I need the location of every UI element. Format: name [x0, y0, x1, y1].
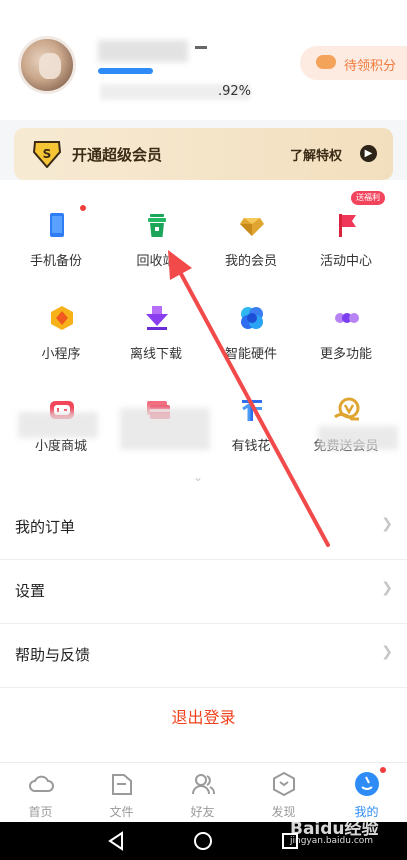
tab-home[interactable]: 首页 [0, 763, 81, 823]
feature-phone-backup[interactable]: 手机备份 [6, 188, 106, 269]
storage-progress-bar [98, 68, 153, 74]
profile-icon [355, 772, 379, 796]
feature-recycle-bin[interactable]: 回收站 [106, 188, 206, 269]
folder-icon [112, 774, 132, 795]
blur-patch [18, 412, 98, 438]
cloud-icon [29, 775, 54, 792]
vip-title: 开通超级会员 [72, 146, 163, 164]
money-icon [242, 400, 262, 421]
friends-icon [192, 774, 215, 795]
logout-button[interactable]: 退出登录 [0, 688, 407, 764]
flag-icon [339, 214, 356, 237]
avatar[interactable] [18, 36, 76, 94]
feature-smart-hardware[interactable]: 智能硬件 [201, 281, 301, 362]
profile-header: .92% 待领积分 [0, 0, 407, 120]
phone-backup-icon [50, 213, 64, 237]
menu-settings[interactable]: 设置 ❯ [0, 560, 407, 624]
super-vip-icon: S [32, 141, 62, 168]
feature-label: 离线下载 [129, 347, 182, 362]
feature-more[interactable]: 更多功能 [296, 281, 396, 362]
blur-patch [318, 426, 398, 450]
feature-mini-program[interactable]: 小程序 [11, 281, 111, 362]
gift-member-icon [334, 397, 360, 421]
tab-label: 文件 [109, 805, 134, 819]
blur-patch [120, 408, 210, 450]
tab-friends[interactable]: 好友 [162, 763, 243, 823]
chevron-right-icon[interactable]: ▶ [360, 145, 377, 162]
username-blurred [98, 40, 188, 62]
expand-chevron-icon[interactable]: ⌄ [193, 470, 203, 484]
discover-icon [273, 771, 295, 797]
menu-label: 设置 [15, 582, 46, 600]
points-button[interactable]: 待领积分 [300, 46, 407, 80]
recycle-bin-icon [148, 214, 166, 237]
feature-label: 活动中心 [319, 254, 372, 269]
vip-banner[interactable]: S 开通超级会员 了解特权 ▶ [14, 128, 393, 180]
menu-my-orders[interactable]: 我的订单 ❯ [0, 496, 407, 560]
tab-label: 首页 [28, 805, 53, 819]
home-icon[interactable] [194, 832, 212, 850]
mini-program-icon [51, 306, 73, 330]
menu-list: 我的订单 ❯ 设置 ❯ 帮助与反馈 ❯ 退出登录 [0, 496, 407, 764]
vip-learn-more[interactable]: 了解特权 [290, 145, 342, 164]
tab-label: 好友 [190, 805, 215, 819]
feature-my-membership[interactable]: 我的会员 [201, 188, 301, 269]
feature-label: 我的会员 [224, 254, 277, 269]
logout-label: 退出登录 [171, 708, 236, 727]
more-features-icon [335, 313, 359, 323]
tab-files[interactable]: 文件 [81, 763, 162, 823]
feature-label: 有钱花 [231, 439, 271, 454]
feature-offline-download[interactable]: 离线下载 [106, 281, 206, 362]
storage-percent: .92% [218, 84, 252, 99]
diamond-icon [240, 218, 264, 236]
feature-label: 小程序 [41, 347, 81, 362]
chevron-right-icon: ❯ [381, 644, 393, 660]
offline-download-icon [146, 306, 168, 330]
feature-youqianhua[interactable]: 有钱花 [201, 373, 301, 454]
feature-label: 回收站 [136, 254, 176, 269]
smart-hardware-icon [241, 307, 263, 329]
feature-label: 手机备份 [29, 254, 82, 269]
baidu-watermark-url: jingyan.baidu.com [290, 836, 374, 846]
welfare-badge: 送福利 [351, 191, 385, 205]
back-icon[interactable] [108, 831, 123, 851]
points-label: 待领积分 [344, 59, 397, 74]
coin-icon [316, 55, 336, 69]
username-mark [195, 46, 207, 49]
notification-dot [380, 767, 386, 773]
feature-label: 更多功能 [319, 347, 372, 362]
chevron-right-icon: ❯ [381, 516, 393, 532]
menu-label: 我的订单 [15, 518, 76, 536]
chevron-right-icon: ❯ [381, 580, 393, 596]
bottom-tab-bar: 首页 文件 好友 发现 我的 [0, 762, 407, 822]
notification-dot [80, 205, 86, 211]
feature-label: 智能硬件 [224, 347, 277, 362]
svg-text:S: S [43, 147, 52, 161]
menu-label: 帮助与反馈 [15, 646, 91, 664]
menu-help-feedback[interactable]: 帮助与反馈 ❯ [0, 624, 407, 688]
feature-grid: 手机备份 回收站 我的会员 活动中心 小程序 离线下载 智能硬件 更多功能 小度… [0, 180, 407, 496]
